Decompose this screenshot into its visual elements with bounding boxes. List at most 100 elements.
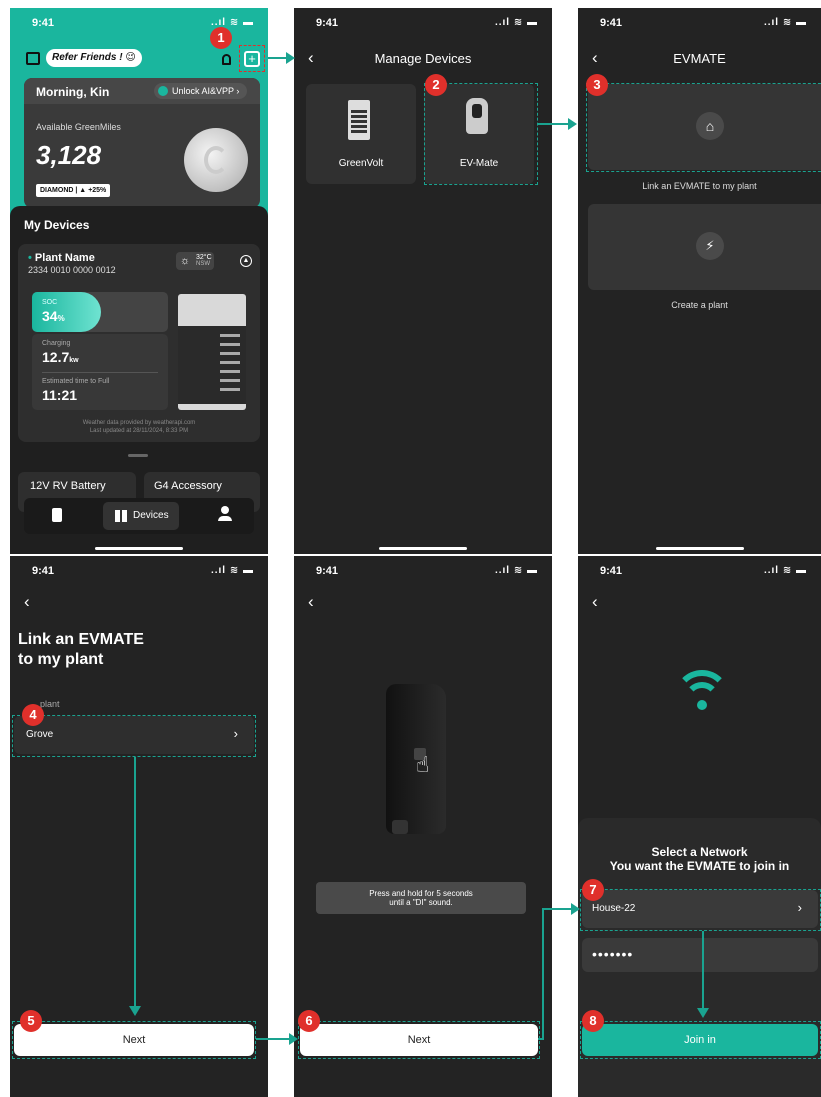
devices-panel: My Devices • Plant Name 2334 0010 0000 0… [10, 206, 268, 554]
status-time: 9:41 [316, 17, 339, 29]
soc-number: 34 [42, 308, 58, 324]
step-badge-6: 6 [298, 1010, 320, 1032]
status-time: 9:41 [600, 17, 623, 29]
password-value: ••••••• [592, 946, 634, 962]
soc-box: SOC 34% [32, 292, 168, 332]
eta-label: Estimated time to Full [42, 378, 110, 385]
screen-press-hold: 9:41 ..ıl ≋ ▬ ‹ ☝ Press and hold for 5 se… [294, 556, 552, 1097]
step-badge-1: 1 [210, 27, 232, 49]
device-card-greenvolt[interactable]: GreenVolt [306, 84, 416, 184]
tier-badge: DIAMOND | ▲ +25% [36, 184, 111, 197]
back-button[interactable]: ‹ [592, 592, 598, 612]
network-title: Select a Network You want the EVMATE to j… [578, 845, 821, 873]
gift-icon[interactable] [26, 52, 40, 65]
charging-value: 12.7kw [42, 349, 79, 365]
nav-charger-icon[interactable] [52, 508, 62, 522]
status-icons: ..ıl ≋ ▬ [763, 565, 807, 576]
greenmiles-card: Morning, Kin Unlock AI&VPP › Available G… [24, 78, 260, 208]
step8-highlight [580, 1021, 821, 1059]
status-bar: 9:41 ..ıl ≋ ▬ [578, 14, 821, 34]
screen-manage-devices: 9:41 ..ıl ≋ ▬ ‹ Manage Devices GreenVolt … [294, 8, 552, 554]
password-field[interactable]: ••••••• [582, 938, 818, 972]
step-badge-3: 3 [586, 74, 608, 96]
step-badge-7: 7 [582, 879, 604, 901]
screen-home: 9:41 ..ıl ≋ ▬ Refer Friends ! 😉 + Morning… [10, 8, 268, 554]
create-plant-card[interactable]: ⚡ [588, 204, 821, 290]
step5-highlight [12, 1021, 256, 1059]
refer-friends-pill[interactable]: Refer Friends ! 😉 [46, 49, 142, 67]
my-devices-title: My Devices [24, 218, 90, 232]
network-title-line1: Select a Network [651, 845, 748, 859]
arrow-2-3-head [568, 118, 577, 130]
back-button[interactable]: ‹ [308, 592, 314, 612]
bottom-nav: Devices [24, 498, 254, 534]
step3-highlight [586, 83, 821, 172]
page-title: Link an EVMATE to my plant [18, 630, 144, 670]
charging-label: Charging [42, 340, 71, 347]
eta-value: 11:21 [42, 387, 78, 403]
plant-bolt-icon: ⚡ [696, 232, 724, 260]
navigate-icon[interactable]: ▲ [240, 255, 252, 267]
step-badge-4: 4 [22, 704, 44, 726]
weather-source: Weather data provided by weatherapi.com [82, 420, 196, 426]
arrow-1-2-line [268, 57, 288, 59]
status-time: 9:41 [32, 565, 55, 577]
status-bar: 9:41 ..ıl ≋ ▬ [294, 14, 552, 34]
status-bar: 9:41 ..ıl ≋ ▬ [578, 562, 821, 582]
refer-friends-label: Refer Friends ! [52, 52, 123, 63]
nav-devices-tab[interactable]: Devices [103, 502, 179, 530]
weather-chip: ☼ 32°C NSW [176, 252, 214, 270]
status-time: 9:41 [32, 17, 55, 29]
step7-highlight [580, 889, 821, 931]
nav-profile-icon[interactable] [218, 506, 232, 522]
step6-highlight [298, 1021, 540, 1059]
greenmiles-value: 3,128 [36, 140, 102, 170]
page-title: Manage Devices [374, 51, 472, 66]
status-icons: ..ıl ≋ ▬ [494, 17, 538, 28]
home-indicator [95, 547, 183, 550]
greeting-text: Morning, Kin [36, 85, 110, 99]
available-label: Available GreenMiles [36, 122, 121, 132]
status-icons: ..ıl ≋ ▬ [763, 17, 807, 28]
status-bar: 9:41 ..ıl ≋ ▬ [10, 562, 268, 582]
status-time: 9:41 [316, 565, 339, 577]
unlock-pill[interactable]: Unlock AI&VPP › [154, 83, 248, 99]
plant-name-text: Plant Name [34, 252, 95, 264]
screen-evmate: 9:41 ..ıl ≋ ▬ ‹ EVMATE ⌂ Link an EVMATE t… [578, 8, 821, 554]
hint-line2: until a "DI" sound. [389, 898, 453, 907]
plant-id: 2334 0010 0000 0012 [28, 265, 116, 275]
step-badge-2: 2 [425, 74, 447, 96]
page-title: EVMATE [673, 51, 726, 66]
status-icons: ..ıl ≋ ▬ [210, 565, 254, 576]
unlock-label: Unlock AI&VPP [172, 86, 234, 96]
soc-unit: % [57, 314, 65, 323]
sun-icon: ☼ [180, 255, 191, 267]
temp-value: 32°C [196, 254, 212, 261]
screen-select-network: 9:41 ..ıl ≋ ▬ ‹ Select a Network You want … [578, 556, 821, 1097]
charging-number: 12.7 [42, 349, 70, 365]
bell-icon[interactable] [222, 54, 231, 65]
last-updated: Last updated at 28/11/2024, 8:33 PM [89, 428, 189, 434]
status-icons: ..ıl ≋ ▬ [494, 565, 538, 576]
charging-unit: kw [69, 357, 79, 364]
step-badge-8: 8 [582, 1010, 604, 1032]
status-time: 9:41 [600, 565, 623, 577]
wifi-icon [674, 670, 730, 726]
soc-label: SOC [42, 299, 58, 306]
step4-highlight [12, 715, 256, 757]
tier-label: DIAMOND [40, 187, 74, 194]
emoji-icon: 😉 [125, 52, 136, 63]
battery-image [178, 294, 246, 410]
step-badge-5: 5 [20, 1010, 42, 1032]
hint-line1: Press and hold for 5 seconds [369, 889, 473, 898]
back-button[interactable]: ‹ [24, 592, 30, 612]
plant-card[interactable]: • Plant Name 2334 0010 0000 0012 ☼ 32°C NS… [18, 244, 260, 442]
link-evmate-label: Link an EVMATE to my plant [642, 181, 757, 191]
home-indicator [655, 547, 744, 550]
nav-devices-label: Devices [133, 510, 169, 521]
greenvolt-image [348, 100, 370, 140]
soc-value: 34% [42, 308, 65, 324]
press-hand-icon: ☝ [416, 752, 430, 777]
step2-highlight [424, 83, 538, 185]
unlock-icon [158, 86, 168, 96]
